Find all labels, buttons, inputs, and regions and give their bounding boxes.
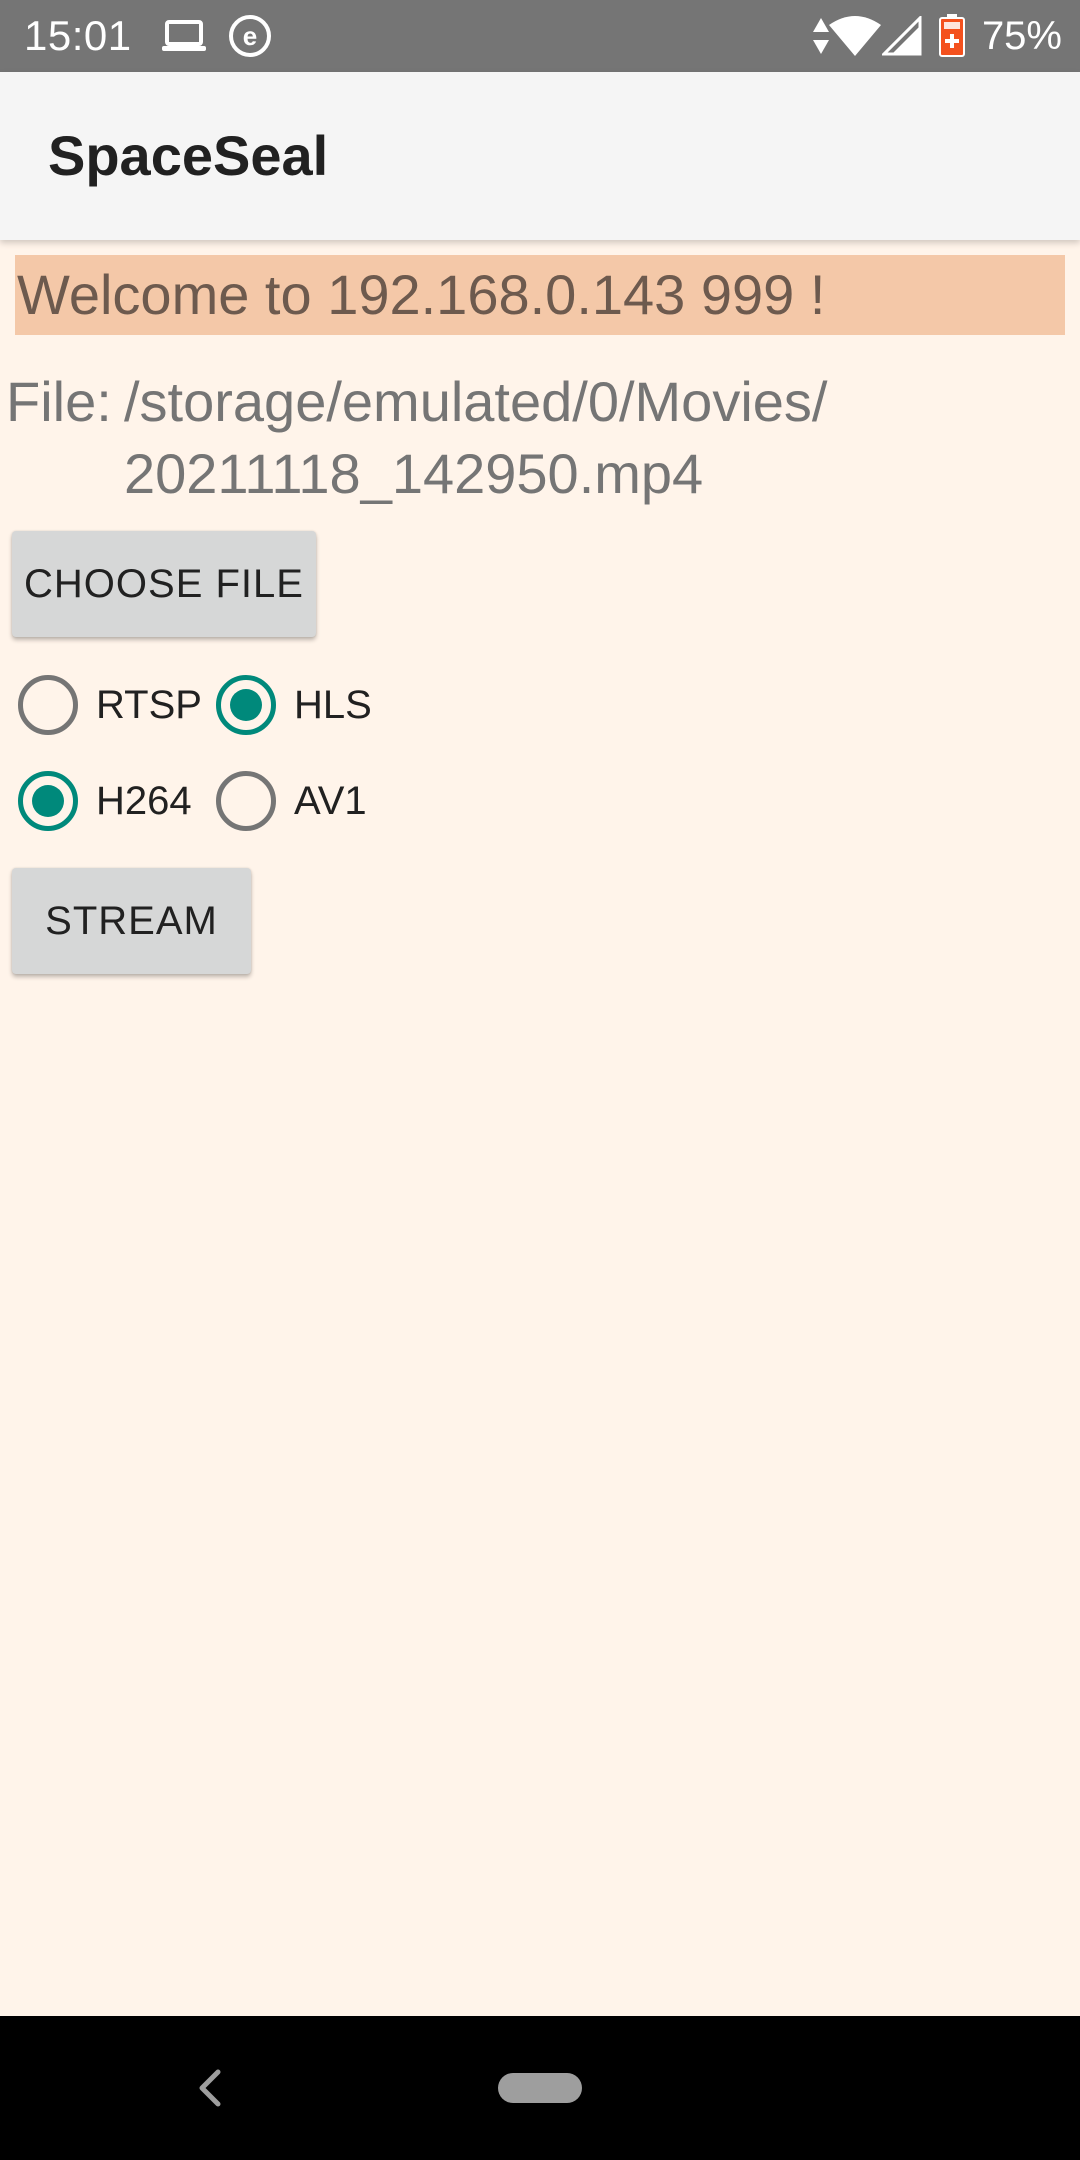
battery-percent: 75% xyxy=(981,14,1062,58)
status-time: 15:01 xyxy=(24,12,132,59)
choose-file-button[interactable]: CHOOSE FILE xyxy=(12,531,316,637)
radio-av1[interactable]: AV1 xyxy=(214,761,367,841)
back-chevron-icon[interactable] xyxy=(190,2064,230,2112)
app-title: SpaceSeal xyxy=(48,124,329,187)
radio-button-checked[interactable] xyxy=(216,675,276,735)
battery-icon xyxy=(939,14,965,57)
stream-button[interactable]: STREAM xyxy=(12,868,251,974)
radio-av1-label[interactable]: AV1 xyxy=(294,761,367,841)
file-path: /storage/emulated/0/Movies/ 20211118_142… xyxy=(124,366,1004,510)
radio-button-unchecked[interactable] xyxy=(216,771,276,831)
file-label: File: xyxy=(6,370,112,433)
codec-radio-group: H264 AV1 xyxy=(16,761,376,841)
signal-icon xyxy=(882,16,922,56)
radio-hls[interactable]: HLS xyxy=(214,665,372,745)
protocol-radio-group: RTSP HLS xyxy=(16,665,376,745)
radio-button-checked[interactable] xyxy=(18,771,78,831)
radio-rtsp-label[interactable]: RTSP xyxy=(96,665,202,745)
status-bar: 15:01 e 75% xyxy=(0,0,1080,72)
laptop-icon xyxy=(162,20,206,51)
e-circle-icon: e xyxy=(229,15,271,57)
file-path-line-1: /storage/emulated/0/Movies/ xyxy=(124,370,828,433)
file-path-line-2: 20211118_142950.mp4 xyxy=(124,442,704,505)
wifi-icon xyxy=(829,16,881,56)
home-pill-button[interactable] xyxy=(498,2073,582,2103)
radio-h264[interactable]: H264 xyxy=(16,761,196,841)
radio-button-unchecked[interactable] xyxy=(18,675,78,735)
welcome-banner: Welcome to 192.168.0.143 999 ! xyxy=(15,255,1065,335)
radio-rtsp[interactable]: RTSP xyxy=(16,665,202,745)
radio-h264-label[interactable]: H264 xyxy=(96,761,192,841)
svg-text:e: e xyxy=(243,21,257,51)
app-bar: SpaceSeal xyxy=(0,72,1080,240)
radio-hls-label[interactable]: HLS xyxy=(294,665,372,745)
